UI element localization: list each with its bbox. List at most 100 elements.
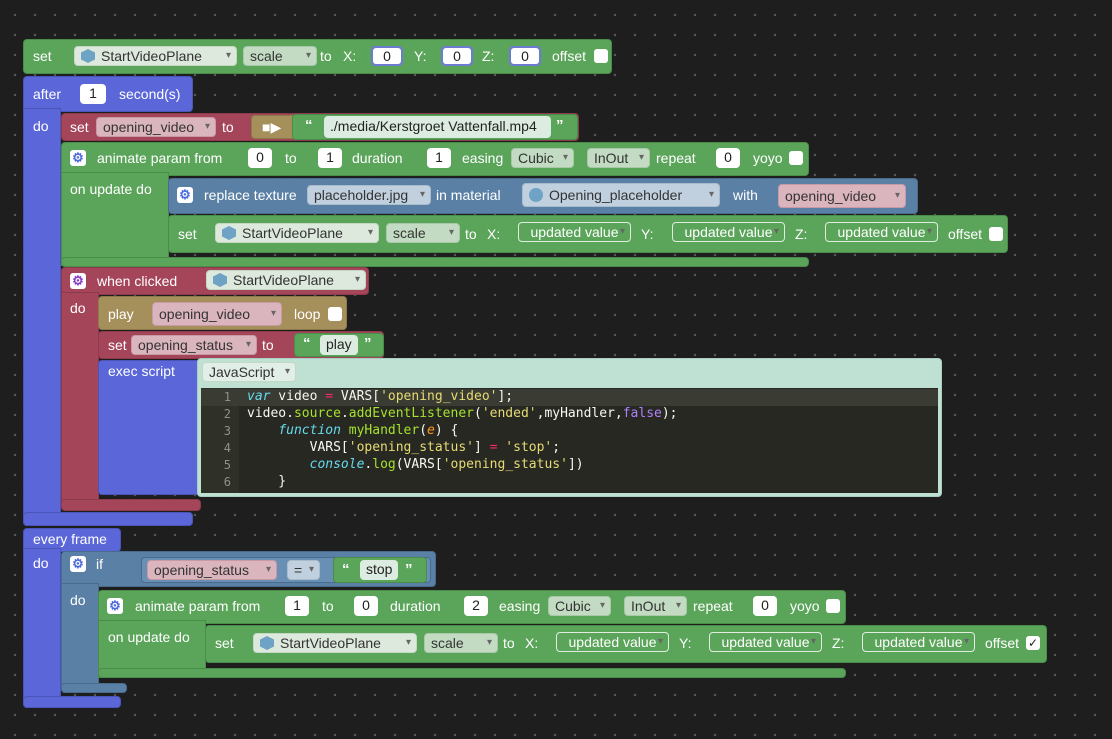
- anim2-easing-label: easing: [499, 598, 541, 614]
- z-value[interactable]: 0: [511, 48, 539, 64]
- every-frame-footer: [23, 696, 121, 708]
- every-frame-do-label: do: [33, 555, 49, 571]
- code-line-2: video.source.addEventListener('ended',my…: [247, 406, 678, 421]
- z-label-2: Z:: [795, 226, 808, 242]
- to-label-3: to: [503, 635, 515, 651]
- if-do-label: do: [70, 592, 86, 608]
- anim2-from[interactable]: 1: [285, 596, 309, 616]
- language-dropdown[interactable]: JavaScript: [202, 362, 296, 382]
- x-label-3: X:: [525, 635, 539, 651]
- with-label: with: [733, 187, 758, 203]
- set-scale-updated-label: set: [178, 226, 197, 242]
- anim1-from[interactable]: 0: [248, 148, 272, 168]
- if-label: if: [96, 556, 103, 572]
- loop-label: loop: [294, 306, 321, 322]
- when-clicked-body: [61, 292, 99, 510]
- anim2-yoyo-checkbox[interactable]: [826, 599, 840, 613]
- after-label: after: [33, 86, 62, 102]
- exec-script-block[interactable]: [98, 360, 208, 495]
- animate-label: animate param from: [97, 150, 223, 166]
- material-dropdown[interactable]: Opening_placeholder: [522, 183, 720, 207]
- offset-checkbox-2[interactable]: [989, 227, 1003, 241]
- property-dropdown[interactable]: scale: [243, 46, 317, 66]
- code-line-6: }: [247, 474, 287, 489]
- exec-script-label: exec script: [108, 363, 175, 379]
- if-value-text[interactable]: stop: [360, 560, 399, 580]
- offset-checkbox[interactable]: [594, 49, 608, 63]
- x-updated-value[interactable]: updated value: [518, 222, 631, 242]
- property-dropdown-3[interactable]: scale: [424, 633, 498, 653]
- to-label-2: to: [465, 226, 477, 242]
- to-label: to: [320, 48, 332, 64]
- offset-label-2: offset: [948, 226, 982, 242]
- if-gear-icon[interactable]: ⚙: [70, 556, 86, 572]
- x-value[interactable]: 0: [373, 48, 401, 64]
- anim2-easing-dropdown[interactable]: Cubic: [548, 596, 611, 616]
- offset-checkbox-checked[interactable]: ✓: [1026, 636, 1040, 650]
- y-updated-value[interactable]: updated value: [672, 222, 785, 242]
- cube-icon: [260, 636, 274, 650]
- status-var-dropdown[interactable]: opening_status: [131, 335, 257, 355]
- set-status-to-label: to: [262, 337, 274, 353]
- set-label: set: [33, 48, 52, 64]
- anim2-to[interactable]: 0: [354, 596, 378, 616]
- set-video-label: set: [70, 119, 89, 135]
- anim1-duration[interactable]: 1: [427, 148, 451, 168]
- anim2-repeat[interactable]: 0: [753, 596, 777, 616]
- x-updated-value-2[interactable]: updated value: [556, 632, 669, 652]
- opening-video-dropdown[interactable]: opening_video: [96, 117, 216, 137]
- with-var-dropdown[interactable]: opening_video: [778, 184, 906, 208]
- seconds-label: second(s): [119, 86, 181, 102]
- x-label: X:: [343, 48, 357, 64]
- loop-checkbox[interactable]: [328, 307, 342, 321]
- when-clicked-footer: [61, 499, 201, 511]
- anim2-mode-dropdown[interactable]: InOut: [624, 596, 687, 616]
- line-number: 6: [223, 475, 231, 489]
- cube-icon: [213, 273, 227, 287]
- play-var-dropdown[interactable]: opening_video: [152, 302, 282, 326]
- anim2-duration-label: duration: [390, 598, 441, 614]
- anim2-yoyo-label: yoyo: [790, 598, 820, 614]
- anim1-repeat[interactable]: 0: [716, 148, 740, 168]
- y-updated-value-2[interactable]: updated value: [709, 632, 822, 652]
- after-do-label: do: [33, 118, 49, 134]
- when-object-dropdown[interactable]: StartVideoPlane: [206, 270, 366, 290]
- after-seconds-value[interactable]: 1: [80, 84, 106, 104]
- anim2-duration[interactable]: 2: [464, 596, 488, 616]
- line-number: 3: [223, 424, 231, 438]
- animate-label-2: animate param from: [135, 598, 261, 614]
- code-line-5: console.log(VARS['opening_status']): [309, 457, 584, 472]
- open-quote-icon: “: [305, 117, 313, 134]
- z-updated-value-2[interactable]: updated value: [862, 632, 975, 652]
- anim1-yoyo-checkbox[interactable]: [789, 151, 803, 165]
- gear-icon[interactable]: ⚙: [107, 598, 123, 614]
- anim2-to-label: to: [322, 598, 334, 614]
- y-label: Y:: [414, 48, 427, 64]
- when-gear-icon[interactable]: ⚙: [70, 273, 86, 289]
- texture-dropdown[interactable]: placeholder.jpg: [307, 185, 431, 205]
- property-dropdown-2[interactable]: scale: [386, 223, 460, 243]
- anim1-mode-dropdown[interactable]: InOut: [587, 148, 650, 168]
- code-editor[interactable]: 1 2 3 4 5 6 var video = VARS['opening_vi…: [201, 388, 938, 493]
- gear-icon[interactable]: ⚙: [70, 150, 86, 166]
- object-dropdown-3[interactable]: StartVideoPlane: [253, 633, 417, 653]
- object-dropdown-2[interactable]: StartVideoPlane: [215, 223, 379, 243]
- operator-dropdown[interactable]: =: [287, 560, 320, 580]
- video-path-text[interactable]: ./media/Kerstgroet Vattenfall.mp4: [324, 116, 551, 138]
- if-var-dropdown[interactable]: opening_status: [147, 560, 277, 580]
- object-dropdown[interactable]: StartVideoPlane: [74, 46, 237, 66]
- replace-gear-icon[interactable]: ⚙: [177, 187, 193, 203]
- anim1-to[interactable]: 1: [318, 148, 342, 168]
- offset-label: offset: [552, 48, 586, 64]
- z-updated-value[interactable]: updated value: [825, 222, 938, 242]
- anim1-duration-label: duration: [352, 150, 403, 166]
- y-value[interactable]: 0: [443, 48, 471, 64]
- z-label: Z:: [482, 48, 495, 64]
- anim1-to-label: to: [285, 150, 297, 166]
- animate-block-1-footer: [61, 257, 809, 267]
- set-video-to-label: to: [222, 119, 234, 135]
- offset-label-3: offset: [985, 635, 1019, 651]
- anim1-easing-dropdown[interactable]: Cubic: [511, 148, 574, 168]
- status-value-text[interactable]: play: [320, 335, 358, 355]
- anim1-on-update-label: on update do: [70, 181, 152, 197]
